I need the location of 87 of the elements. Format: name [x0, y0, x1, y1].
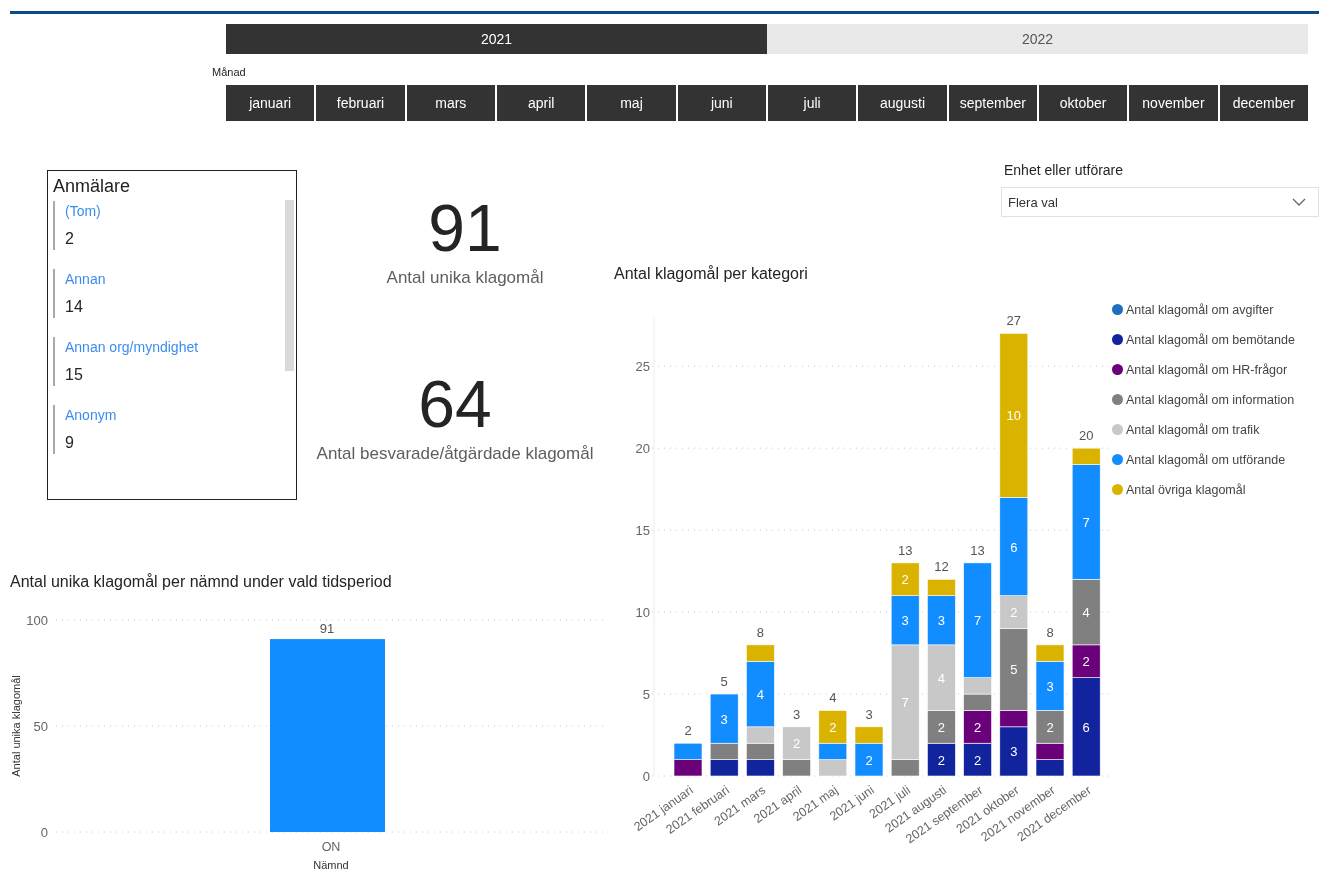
chart-title: Antal klagomål per kategori [614, 265, 808, 283]
data-label: 6 [1010, 539, 1018, 555]
data-label: 5 [1010, 662, 1018, 678]
scrollbar[interactable] [285, 200, 294, 371]
legend-label: Antal klagomål om information [1126, 392, 1295, 407]
total-label: 2 [684, 723, 692, 739]
total-label: 13 [970, 542, 985, 558]
axis-tick: 25 [635, 359, 650, 375]
kpi-value: 91 [428, 190, 502, 266]
data-label: 3 [1046, 678, 1054, 694]
slicer-title: Anmälare [53, 176, 132, 197]
data-label: 2 [829, 719, 837, 735]
data-label: 7 [974, 613, 982, 629]
data-label: 91 [319, 621, 335, 637]
axis-tick: 15 [635, 523, 650, 539]
axis-tick: 0 [642, 769, 650, 784]
month-button[interactable]: juli [767, 85, 857, 121]
axis-tick: 100 [26, 613, 48, 628]
filter-title: Enhet eller utförare [1004, 162, 1125, 178]
data-label: 2 [865, 752, 873, 768]
total-label: 4 [829, 690, 837, 706]
bar-segment [673, 742, 703, 760]
month-button[interactable]: oktober [1038, 85, 1128, 121]
data-label: 2 [974, 719, 982, 735]
month-button[interactable]: januari [226, 85, 315, 121]
month-button[interactable]: september [948, 85, 1037, 121]
month-button[interactable]: augusti [858, 85, 947, 121]
list-item[interactable]: (Tom) 2 [53, 201, 265, 250]
total-label: 3 [865, 706, 873, 722]
total-label: 13 [897, 542, 913, 558]
bar-segment [963, 742, 992, 777]
total-label: 12 [934, 559, 949, 575]
axis-title: Antal unika klagomål [10, 675, 22, 777]
data-label: 10 [1006, 408, 1022, 424]
month-button[interactable]: februari [316, 85, 405, 121]
month-button[interactable]: maj [587, 85, 676, 121]
chart-title: Antal unika klagomål per nämnd under vald tidsperiod [10, 573, 392, 591]
month-button[interactable]: november [1129, 85, 1218, 121]
data-label: 2 [974, 752, 982, 768]
data-label: 2 [901, 572, 909, 588]
total-label: 5 [720, 674, 728, 690]
axis-tick: 0 [40, 825, 48, 840]
data-label: 2 [1082, 654, 1090, 670]
data-label: 3 [720, 711, 728, 727]
axis-title: Nämnd [313, 859, 349, 871]
total-label: 3 [793, 706, 801, 722]
month-button[interactable]: juni [677, 85, 766, 121]
month-button[interactable]: april [497, 85, 586, 121]
chevron-icon [1292, 198, 1306, 206]
data-label: 3 [937, 613, 945, 629]
slicer-title: Månad [212, 66, 246, 78]
data-label: 2 [1046, 719, 1054, 735]
data-label: 4 [1082, 605, 1090, 621]
category-label: ON [321, 840, 341, 854]
data-label: 4 [756, 687, 764, 703]
year-tab[interactable]: 2021 [226, 24, 767, 54]
axis-tick: 10 [635, 605, 650, 621]
legend-label: Antal klagomål om bemötande [1126, 332, 1295, 347]
axis-tick: 20 [635, 441, 650, 457]
month-button[interactable]: mars [406, 85, 495, 121]
legend-label: Antal övriga klagomål [1126, 482, 1246, 497]
total-label: 8 [756, 624, 764, 640]
dropdown[interactable]: Flera val [1001, 187, 1319, 217]
list-item[interactable]: Anonym 9 [53, 405, 265, 454]
kpi-value: 64 [418, 366, 492, 442]
kpi-label: Antal unika klagomål [386, 268, 544, 288]
data-label: 3 [1010, 744, 1018, 760]
year-tab[interactable]: 2022 [767, 24, 1308, 54]
month-button[interactable]: december [1219, 85, 1308, 121]
data-label: 2 [937, 719, 945, 735]
total-label: 8 [1046, 624, 1054, 640]
legend-label: Antal klagomål om trafik [1126, 422, 1260, 437]
bar-segment [927, 742, 956, 777]
legend-label: Antal klagomål om HR-frågor [1126, 362, 1288, 377]
legend-label: Antal klagomål om utförande [1126, 452, 1286, 467]
axis-tick: 5 [642, 687, 650, 703]
total-label: 27 [1006, 313, 1022, 329]
data-label: 6 [1082, 719, 1090, 735]
legend-label: Antal klagomål om avgifter [1126, 302, 1274, 317]
data-label: 7 [1082, 514, 1090, 530]
data-label: 3 [901, 613, 909, 629]
data-label: 2 [937, 752, 945, 768]
total-label: 20 [1078, 428, 1094, 444]
axis-tick: 50 [33, 719, 48, 734]
kpi-label: Antal besvarade/åtgärdade klagomål [316, 444, 594, 464]
list-item[interactable]: Annan 14 [53, 269, 265, 318]
list-item[interactable]: Annan org/myndighet 15 [53, 337, 265, 386]
